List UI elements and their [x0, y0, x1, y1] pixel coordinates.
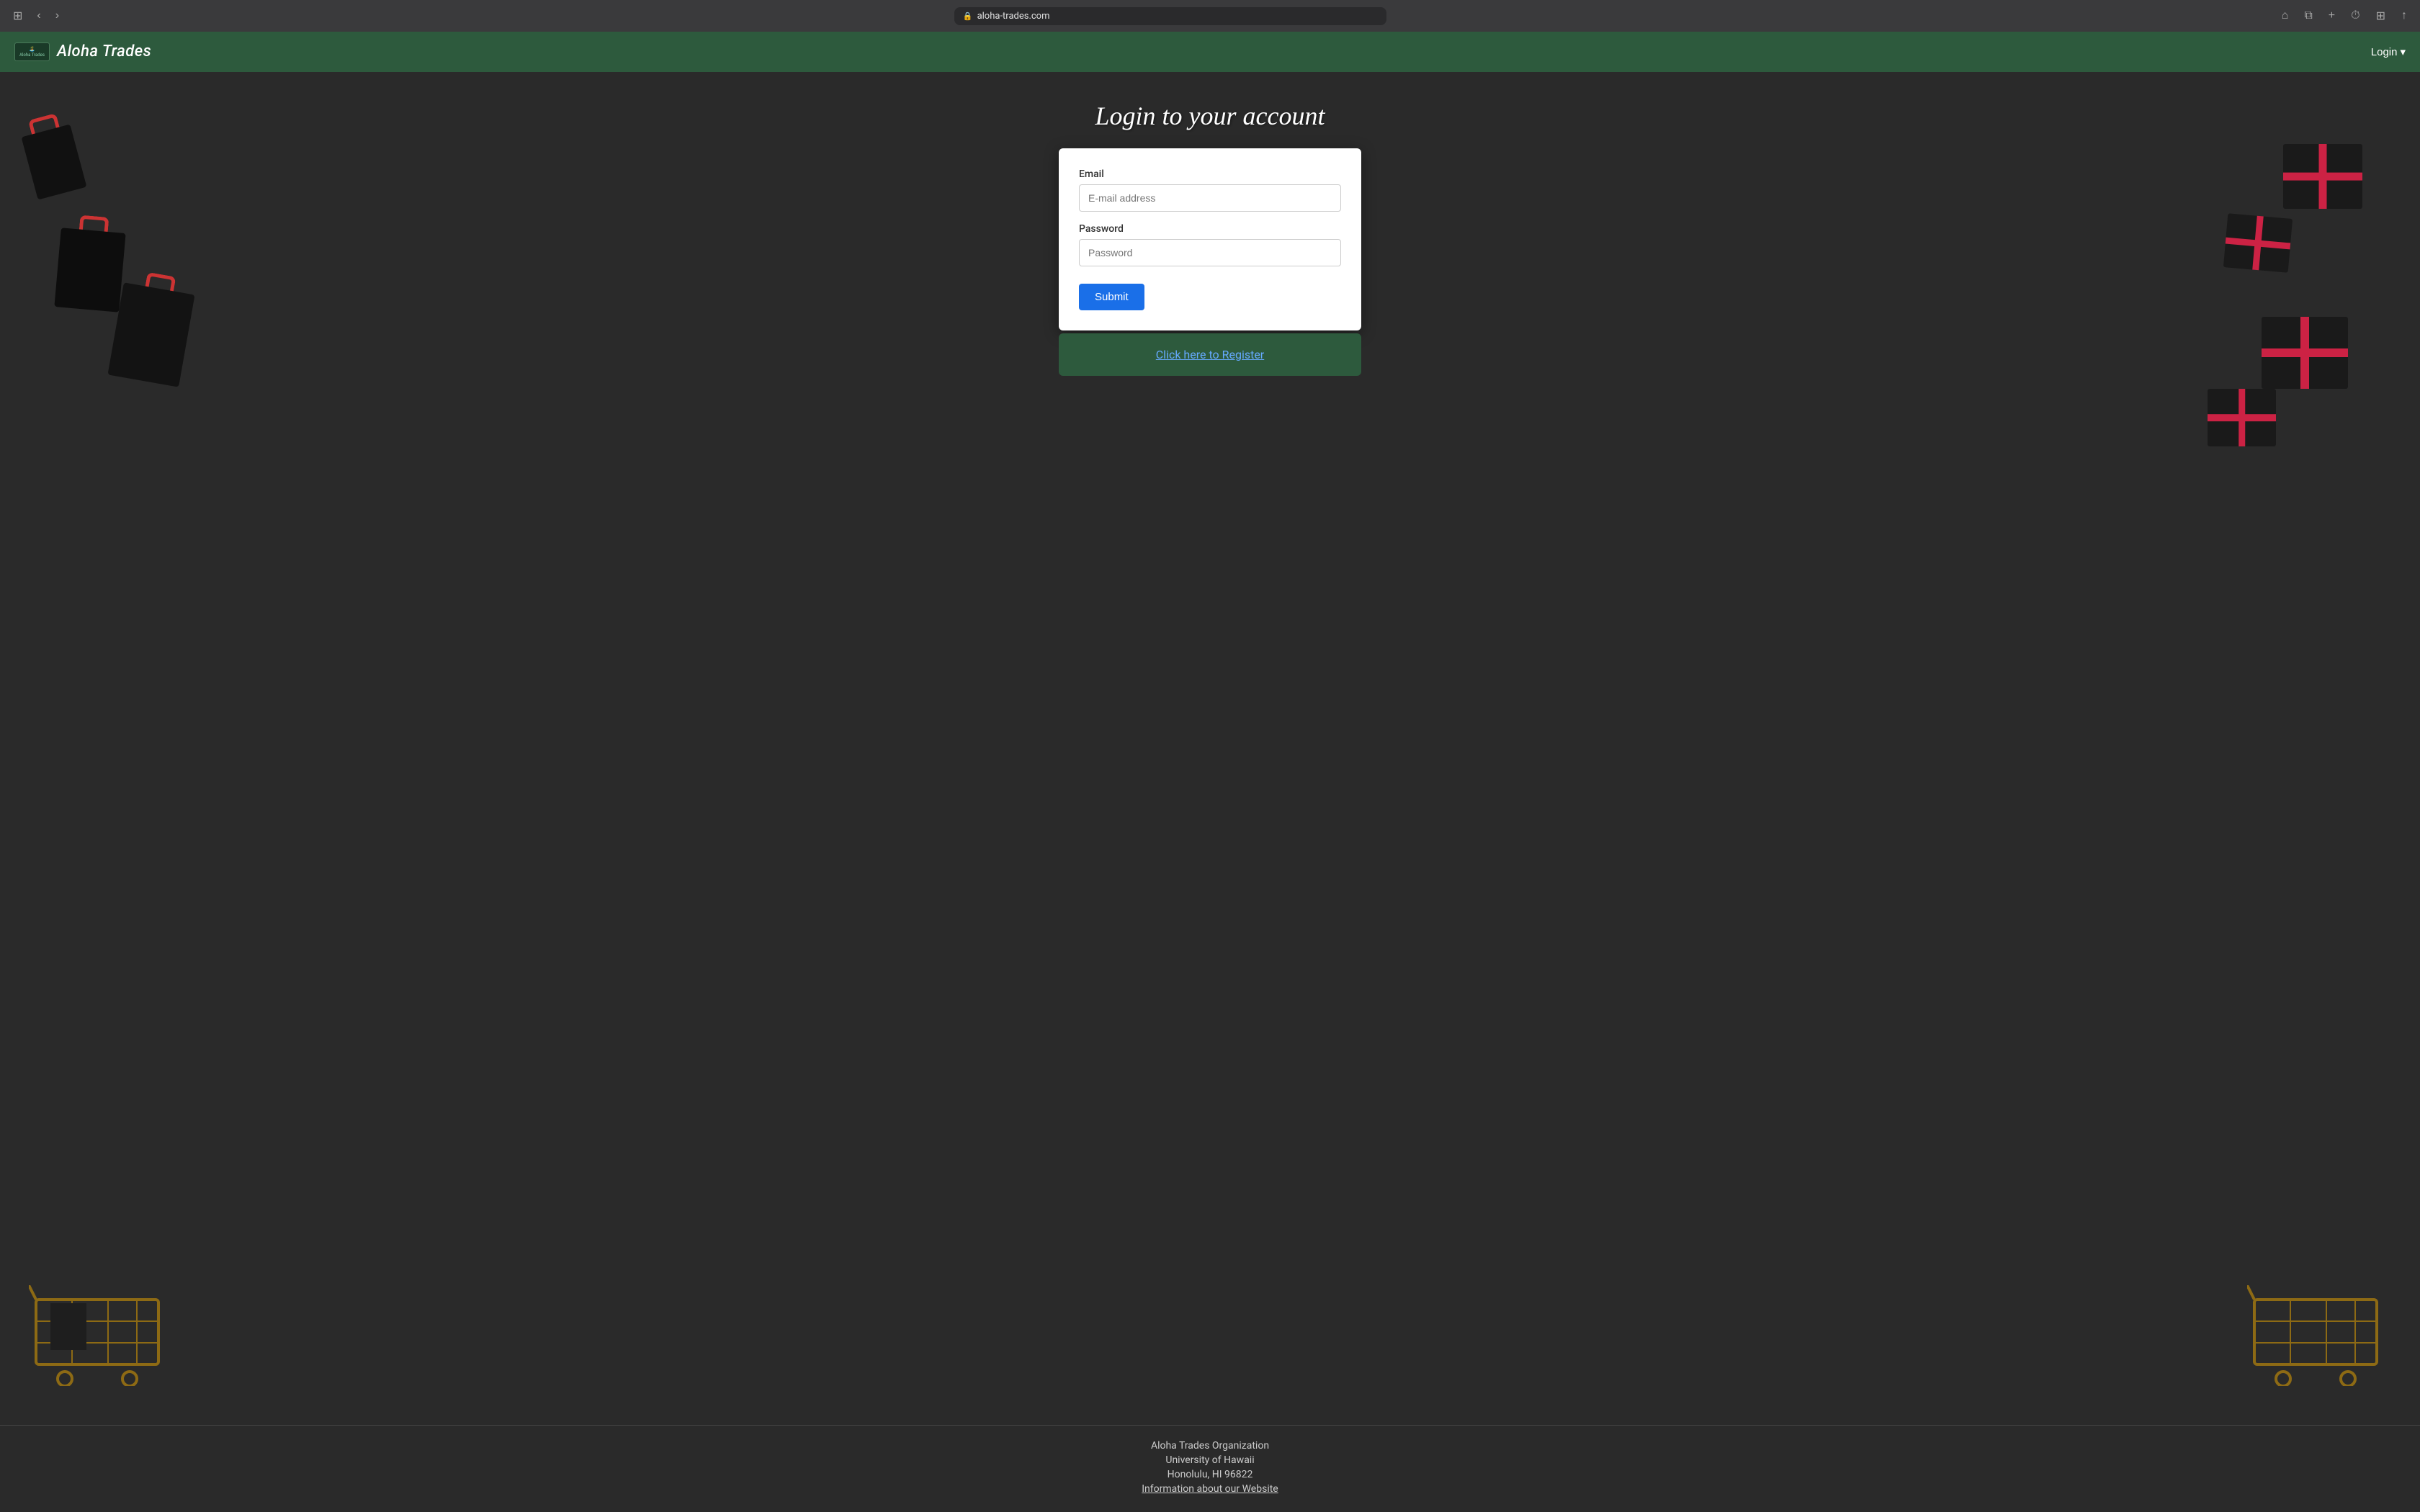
submit-button[interactable]: Submit	[1079, 284, 1144, 310]
register-link[interactable]: Click here to Register	[1156, 348, 1264, 361]
footer-university: University of Hawaii	[14, 1454, 2406, 1466]
sidebar-toggle-button[interactable]: ⊞	[9, 7, 27, 24]
email-label: Email	[1079, 168, 1341, 180]
lock-icon: 🔒	[963, 12, 973, 21]
login-nav-label: Login	[2371, 46, 2398, 58]
home-button[interactable]: ⌂	[2277, 8, 2293, 24]
browser-right-controls: ⌂ ⧉ + ⏱ ⊞ ↑	[2277, 7, 2411, 24]
logo-box: 🏝️ Aloha Trades	[14, 42, 50, 62]
gift-box-decor-1	[2283, 144, 2362, 209]
register-panel: Click here to Register	[1059, 333, 1361, 376]
gift-box-decor-2	[2223, 213, 2293, 273]
new-tab-button[interactable]: +	[2324, 8, 2339, 24]
footer-address: Honolulu, HI 96822	[14, 1469, 2406, 1480]
footer: Aloha Trades Organization University of …	[0, 1425, 2420, 1512]
page-title: Login to your account	[1095, 101, 1325, 131]
login-nav-button[interactable]: Login ▾	[2371, 45, 2406, 58]
brand-name: Aloha Trades	[57, 42, 151, 60]
extensions-button[interactable]: ⊞	[2372, 7, 2390, 24]
url-text: aloha-trades.com	[977, 11, 1050, 22]
password-label: Password	[1079, 223, 1341, 235]
history-button[interactable]: ⏱	[2347, 8, 2364, 24]
email-input[interactable]	[1079, 184, 1341, 212]
address-bar[interactable]: 🔒 aloha-trades.com	[954, 7, 1386, 25]
main-content: Login to your account Email Password Sub…	[0, 72, 2420, 1425]
cart-decor-right	[2247, 1285, 2391, 1389]
navbar: 🏝️ Aloha Trades Aloha Trades Login ▾	[0, 32, 2420, 72]
browser-controls: ⊞ ‹ ›	[9, 7, 63, 24]
shopping-bag-decor-2	[54, 228, 125, 312]
cart-decor-left	[29, 1285, 173, 1389]
forward-button[interactable]: ›	[51, 8, 63, 24]
login-caret-icon: ▾	[2400, 45, 2406, 58]
gift-box-decor-4	[2208, 389, 2276, 446]
back-button[interactable]: ‹	[32, 8, 45, 24]
browser-chrome: ⊞ ‹ › 🔒 aloha-trades.com ⌂ ⧉ + ⏱ ⊞ ↑	[0, 0, 2420, 32]
password-input[interactable]	[1079, 239, 1341, 266]
footer-org: Aloha Trades Organization	[14, 1440, 2406, 1452]
footer-info-link[interactable]: Information about our Website	[1142, 1483, 1278, 1495]
share-button[interactable]: ↑	[2397, 8, 2411, 24]
tabs-button[interactable]: ⧉	[2300, 8, 2316, 24]
brand-logo[interactable]: 🏝️ Aloha Trades Aloha Trades	[14, 42, 151, 62]
password-form-group: Password	[1079, 223, 1341, 266]
email-form-group: Email	[1079, 168, 1341, 212]
gift-box-decor-3	[2262, 317, 2348, 389]
login-card: Email Password Submit	[1059, 148, 1361, 330]
